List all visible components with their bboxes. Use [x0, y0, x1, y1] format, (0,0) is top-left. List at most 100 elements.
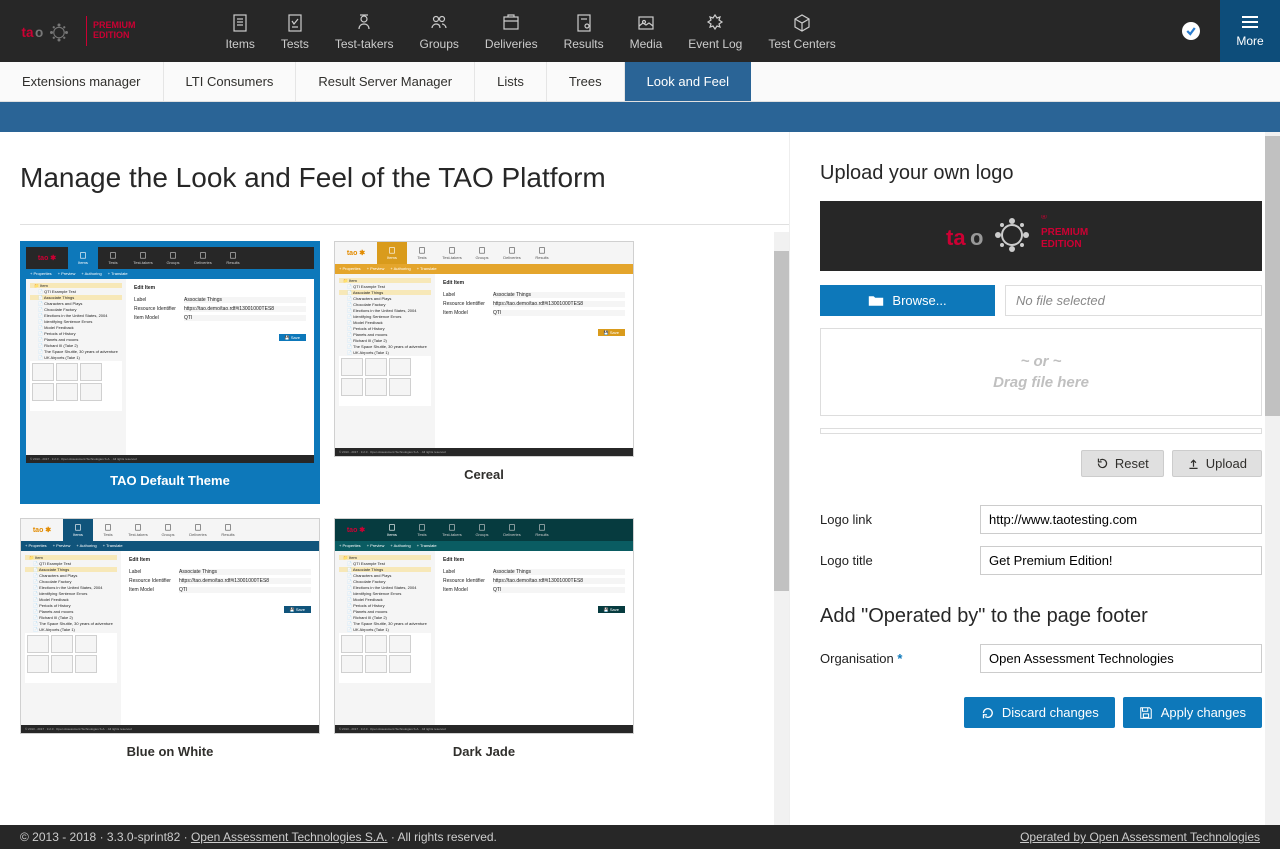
- upload-title: Upload your own logo: [820, 162, 1262, 185]
- nav-icon: [635, 11, 657, 33]
- scrollbar-thumb[interactable]: [774, 251, 789, 591]
- upload-icon: [1187, 457, 1200, 470]
- footer-left: © 2013 - 2018 · 3.3.0-sprint82 · Open As…: [20, 830, 497, 844]
- nav-label: Media: [630, 37, 663, 51]
- nav-label: Tests: [281, 37, 309, 51]
- nav-item-deliveries[interactable]: Deliveries: [485, 11, 538, 51]
- nav-icon: [353, 11, 375, 33]
- tao-logo-icon: ta o: [20, 11, 80, 51]
- content: Manage the Look and Feel of the TAO Plat…: [0, 132, 1280, 825]
- nav-items: Items Tests Test-takers Groups Deliveries Res…: [226, 11, 836, 51]
- subnav-item-extensions-manager[interactable]: Extensions manager: [0, 62, 164, 101]
- nav-item-results[interactable]: Results: [564, 11, 604, 51]
- page-title: Manage the Look and Feel of the TAO Plat…: [20, 162, 789, 194]
- required-star: *: [897, 651, 902, 666]
- scroll-up-icon[interactable]: [774, 232, 789, 247]
- nav-right: More: [1182, 0, 1280, 62]
- subnav-item-look-and-feel[interactable]: Look and Feel: [625, 62, 751, 101]
- logo-title-row: Logo title: [820, 546, 1262, 575]
- premium-badge: PREMIUM EDITION: [93, 21, 136, 41]
- drag-or: ~ or ~: [821, 353, 1261, 370]
- theme-card-cereal[interactable]: tao ✱ItemsTestsTest-takersGroupsDeliveri…: [334, 241, 634, 504]
- reset-button[interactable]: Reset: [1081, 450, 1164, 477]
- check-badge-icon[interactable]: [1182, 22, 1200, 40]
- blue-bar: [0, 102, 1280, 132]
- subnav-item-lti-consumers[interactable]: LTI Consumers: [164, 62, 297, 101]
- svg-text:o: o: [35, 25, 43, 40]
- scrollbar[interactable]: [1265, 132, 1280, 825]
- nav-item-test-centers[interactable]: Test Centers: [768, 11, 835, 51]
- logo-title-label: Logo title: [820, 553, 980, 568]
- organisation-input[interactable]: [980, 644, 1262, 673]
- theme-grid: tao ✱ItemsTestsTest-takersGroupsDeliveri…: [20, 224, 789, 769]
- theme-thumbnail: tao ✱ItemsTestsTest-takersGroupsDeliveri…: [20, 518, 320, 734]
- upload-button[interactable]: Upload: [1172, 450, 1262, 477]
- undo-icon: [980, 706, 994, 720]
- discard-label: Discard changes: [1002, 705, 1099, 720]
- nav-label: Event Log: [688, 37, 742, 51]
- theme-card-blue-on-white[interactable]: tao ✱ItemsTestsTest-takersGroupsDeliveri…: [20, 518, 320, 769]
- theme-card-tao-default-theme[interactable]: tao ✱ItemsTestsTest-takersGroupsDeliveri…: [20, 241, 320, 504]
- nav-item-tests[interactable]: Tests: [281, 11, 309, 51]
- nav-icon: [229, 11, 251, 33]
- theme-caption: Blue on White: [20, 734, 320, 769]
- upload-actions: Reset Upload: [820, 450, 1262, 477]
- discard-button[interactable]: Discard changes: [964, 697, 1115, 728]
- nav-icon: [428, 11, 450, 33]
- footer-vendor-link[interactable]: Open Assessment Technologies S.A.: [191, 830, 388, 844]
- apply-label: Apply changes: [1161, 705, 1246, 720]
- hamburger-icon: [1240, 14, 1260, 30]
- nav-item-groups[interactable]: Groups: [420, 11, 459, 51]
- operated-title: Add "Operated by" to the page footer: [820, 605, 1262, 628]
- bottom-actions: Discard changes Apply changes: [820, 697, 1262, 728]
- logo-link-input[interactable]: [980, 505, 1262, 534]
- upload-label: Upload: [1206, 456, 1247, 471]
- nav-label: Groups: [420, 37, 459, 51]
- nav-label: Items: [226, 37, 255, 51]
- nav-item-items[interactable]: Items: [226, 11, 255, 51]
- nav-item-event-log[interactable]: Event Log: [688, 11, 742, 51]
- footer-operated-link[interactable]: Operated by Open Assessment Technologies: [1020, 830, 1260, 844]
- progress-bar: [820, 428, 1262, 434]
- theme-panel: Manage the Look and Feel of the TAO Plat…: [0, 132, 790, 825]
- theme-caption: TAO Default Theme: [26, 463, 314, 498]
- more-label: More: [1236, 34, 1263, 48]
- nav-item-test-takers[interactable]: Test-takers: [335, 11, 394, 51]
- svg-text:o: o: [970, 225, 983, 250]
- nav-icon: [500, 11, 522, 33]
- svg-text:ta: ta: [946, 225, 966, 250]
- scrollbar[interactable]: [774, 232, 789, 825]
- logo[interactable]: ta o PREMIUM EDITION: [20, 11, 136, 51]
- subnav-item-lists[interactable]: Lists: [475, 62, 547, 101]
- svg-text:ta: ta: [22, 25, 34, 40]
- subnav-item-trees[interactable]: Trees: [547, 62, 625, 101]
- organisation-row: Organisation *: [820, 644, 1262, 673]
- scrollbar-thumb[interactable]: [1265, 136, 1280, 416]
- apply-button[interactable]: Apply changes: [1123, 697, 1262, 728]
- svg-text:EDITION: EDITION: [1041, 239, 1082, 250]
- drag-zone[interactable]: ~ or ~ Drag file here: [820, 328, 1262, 416]
- top-nav: ta o PREMIUM EDITION Items Tests Test-take…: [0, 0, 1280, 62]
- theme-card-dark-jade[interactable]: tao ✱ItemsTestsTest-takersGroupsDeliveri…: [334, 518, 634, 769]
- nav-label: Results: [564, 37, 604, 51]
- more-button[interactable]: More: [1220, 0, 1280, 62]
- logo-title-input[interactable]: [980, 546, 1262, 575]
- nav-label: Test Centers: [768, 37, 835, 51]
- folder-icon: [868, 294, 884, 308]
- nav-icon: [704, 11, 726, 33]
- browse-label: Browse...: [892, 293, 946, 308]
- save-icon: [1139, 706, 1153, 720]
- nav-label: Deliveries: [485, 37, 538, 51]
- drag-label: Drag file here: [821, 374, 1261, 391]
- logo-divider: [86, 16, 87, 46]
- logo-link-row: Logo link: [820, 505, 1262, 534]
- subnav-item-result-server-manager[interactable]: Result Server Manager: [296, 62, 475, 101]
- svg-text:®: ®: [1041, 215, 1047, 221]
- theme-thumbnail: tao ✱ItemsTestsTest-takersGroupsDeliveri…: [334, 518, 634, 734]
- nav-label: Test-takers: [335, 37, 394, 51]
- nav-icon: [573, 11, 595, 33]
- nav-item-media[interactable]: Media: [630, 11, 663, 51]
- theme-thumbnail: tao ✱ItemsTestsTest-takersGroupsDeliveri…: [334, 241, 634, 457]
- theme-caption: Cereal: [334, 457, 634, 492]
- browse-button[interactable]: Browse...: [820, 285, 995, 316]
